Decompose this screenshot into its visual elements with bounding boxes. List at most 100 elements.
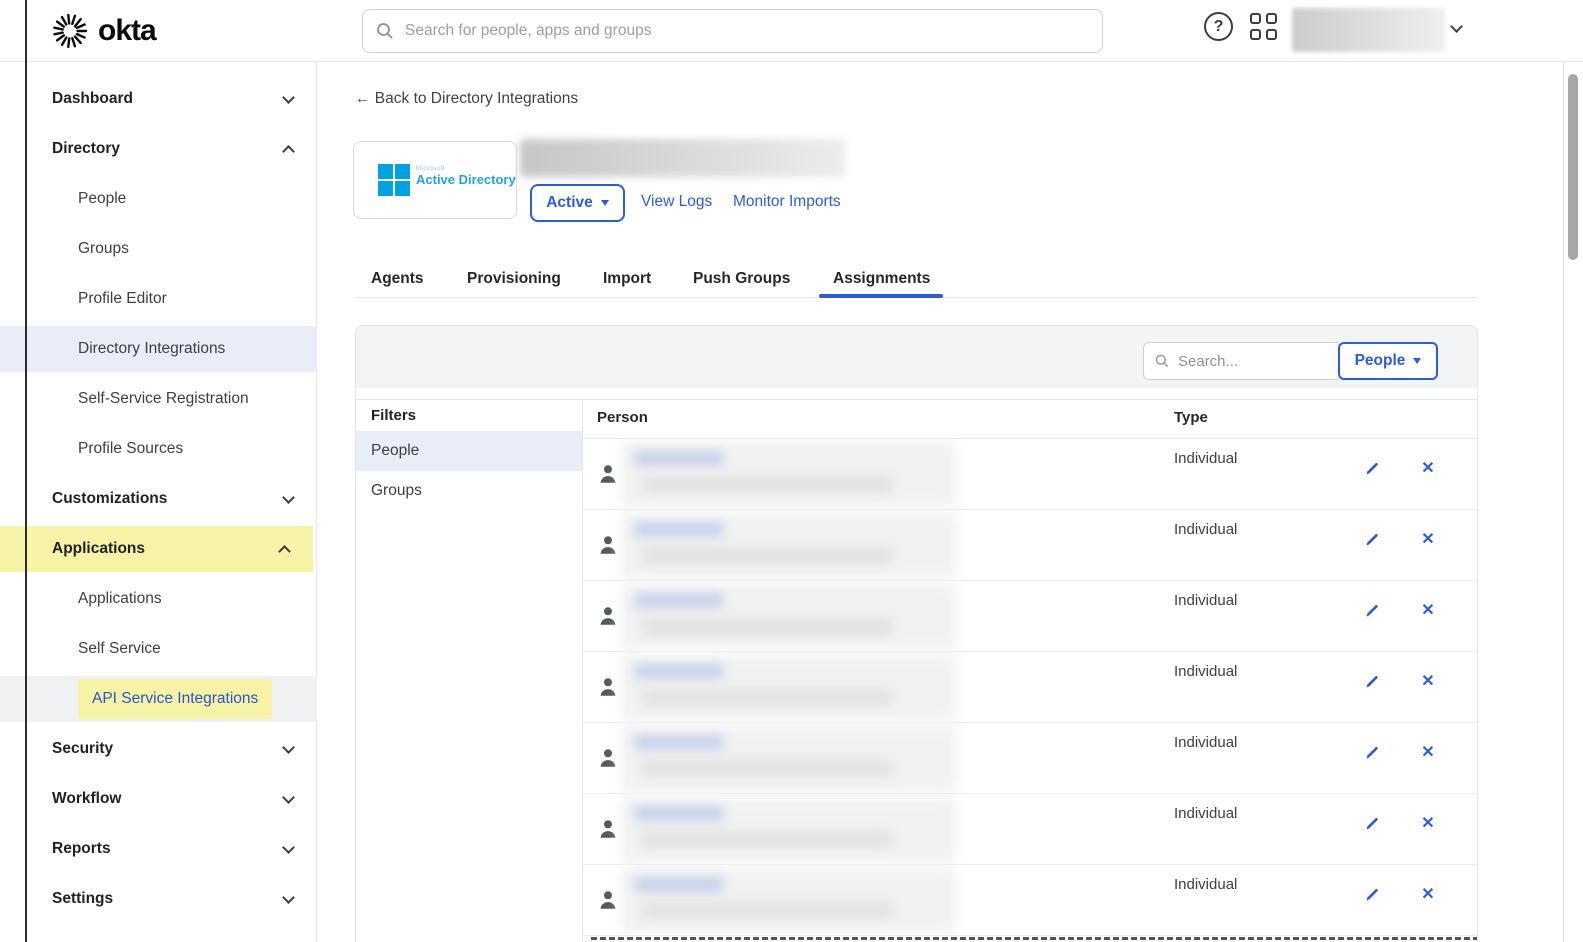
edit-assignment-button[interactable] (1359, 526, 1385, 552)
edit-assignment-button[interactable] (1359, 810, 1385, 836)
pencil-icon (1364, 673, 1381, 690)
apps-grid-button[interactable] (1250, 13, 1278, 41)
column-header-type: Type (1174, 409, 1208, 426)
chevron-up-icon (278, 545, 291, 558)
search-icon (1154, 353, 1170, 369)
assignments-toolbar: People (356, 326, 1477, 388)
sidebar-item-profile-editor[interactable]: Profile Editor (0, 276, 317, 322)
assignments-search-input[interactable] (1178, 353, 1308, 370)
scrollbar-track-border (1563, 62, 1564, 942)
sidebar-item-api-service-integrations[interactable]: API Service Integrations (0, 676, 317, 722)
sidebar-item-customizations[interactable]: Customizations (0, 476, 317, 522)
status-dropdown-button[interactable]: Active (530, 184, 625, 222)
tab-assignments[interactable]: Assignments (833, 260, 930, 297)
active-directory-logo-card: Microsoft Active Directory (353, 141, 517, 219)
type-value: Individual (1174, 592, 1237, 609)
remove-assignment-button[interactable]: ✕ (1415, 455, 1441, 481)
sidebar-item-people[interactable]: People (0, 176, 317, 222)
filter-option-people[interactable]: People (356, 431, 582, 471)
tab-push-groups[interactable]: Push Groups (693, 260, 790, 297)
help-button[interactable]: ? (1204, 12, 1233, 41)
x-icon: ✕ (1421, 884, 1434, 904)
person-name-link-redacted[interactable] (621, 727, 956, 790)
person-name-link-redacted[interactable] (621, 443, 956, 506)
monitor-imports-link[interactable]: Monitor Imports (733, 193, 841, 211)
person-name-link-redacted[interactable] (621, 798, 956, 861)
view-logs-link[interactable]: View Logs (641, 193, 712, 211)
sidebar-item-dashboard[interactable]: Dashboard (0, 76, 317, 122)
person-icon (596, 533, 620, 557)
chevron-down-icon (282, 891, 295, 904)
tab-import[interactable]: Import (603, 260, 651, 297)
tab-agents[interactable]: Agents (371, 260, 424, 297)
global-search (362, 9, 1103, 53)
sidebar-item-applications[interactable]: Applications (0, 526, 313, 572)
remove-assignment-button[interactable]: ✕ (1415, 739, 1441, 765)
assignments-table: Person Type Individual ✕ Individual (583, 400, 1478, 942)
pencil-icon (1364, 815, 1381, 832)
person-name-link-redacted[interactable] (621, 514, 956, 577)
pencil-icon (1364, 886, 1381, 903)
person-icon (596, 746, 620, 770)
edit-assignment-button[interactable] (1359, 455, 1385, 481)
sidebar-item-reports[interactable]: Reports (0, 826, 317, 872)
user-menu-chevron-down-icon[interactable] (1450, 20, 1463, 33)
table-row: Individual ✕ (583, 652, 1478, 723)
chevron-down-icon (282, 841, 295, 854)
table-rows: Individual ✕ Individual ✕ In (583, 439, 1478, 936)
remove-assignment-button[interactable]: ✕ (1415, 597, 1441, 623)
main-content: ← Back to Directory Integrations Microso… (317, 62, 1563, 942)
sidebar-item-settings[interactable]: Settings (0, 876, 317, 922)
edit-assignment-button[interactable] (1359, 668, 1385, 694)
table-row: Individual ✕ (583, 794, 1478, 865)
person-name-link-redacted[interactable] (621, 656, 956, 719)
remove-assignment-button[interactable]: ✕ (1415, 668, 1441, 694)
chevron-down-icon (282, 741, 295, 754)
back-to-directory-integrations-link[interactable]: ← Back to Directory Integrations (355, 90, 578, 108)
caret-down-icon (601, 200, 609, 206)
type-value: Individual (1174, 876, 1237, 893)
filter-option-groups[interactable]: Groups (356, 471, 582, 511)
sidebar-item-security[interactable]: Security (0, 726, 317, 772)
edit-assignment-button[interactable] (1359, 739, 1385, 765)
user-account-name-redacted[interactable] (1292, 8, 1445, 52)
chevron-down-icon (282, 91, 295, 104)
person-icon (596, 604, 620, 628)
tab-provisioning[interactable]: Provisioning (467, 260, 561, 297)
sidebar-item-directory-integrations[interactable]: Directory Integrations (0, 326, 317, 372)
type-value: Individual (1174, 805, 1237, 822)
pencil-icon (1364, 460, 1381, 477)
remove-assignment-button[interactable]: ✕ (1415, 810, 1441, 836)
remove-assignment-button[interactable]: ✕ (1415, 526, 1441, 552)
type-value: Individual (1174, 734, 1237, 751)
sidebar-item-self-service[interactable]: Self Service (0, 626, 317, 672)
pencil-icon (1364, 602, 1381, 619)
person-icon (596, 462, 620, 486)
sidebar-item-applications-sub[interactable]: Applications (0, 576, 317, 622)
grid-icon (1250, 13, 1261, 24)
global-search-input[interactable] (405, 22, 1090, 40)
windows-flag-icon (378, 164, 411, 197)
edit-assignment-button[interactable] (1359, 881, 1385, 907)
question-mark-icon: ? (1214, 18, 1224, 36)
remove-assignment-button[interactable]: ✕ (1415, 881, 1441, 907)
sidebar-item-directory[interactable]: Directory (0, 126, 317, 172)
type-value: Individual (1174, 450, 1237, 467)
x-icon: ✕ (1421, 458, 1434, 478)
chevron-down-icon (282, 491, 295, 504)
assignments-panel: People Filters People Groups Person Type (355, 325, 1478, 942)
person-name-link-redacted[interactable] (621, 585, 956, 648)
scope-people-dropdown-button[interactable]: People (1338, 342, 1438, 380)
sidebar-item-profile-sources[interactable]: Profile Sources (0, 426, 317, 472)
window-edge-line (25, 0, 27, 942)
x-icon: ✕ (1421, 529, 1434, 549)
type-value: Individual (1174, 663, 1237, 680)
sidebar-item-workflow[interactable]: Workflow (0, 776, 317, 822)
edit-assignment-button[interactable] (1359, 597, 1385, 623)
sidebar-item-self-service-registration[interactable]: Self-Service Registration (0, 376, 317, 422)
sidebar-item-groups[interactable]: Groups (0, 226, 317, 272)
table-row: Individual ✕ (583, 439, 1478, 510)
person-name-link-redacted[interactable] (621, 869, 956, 932)
page-scrollbar-thumb[interactable] (1568, 74, 1578, 260)
integration-title-redacted (520, 139, 845, 177)
